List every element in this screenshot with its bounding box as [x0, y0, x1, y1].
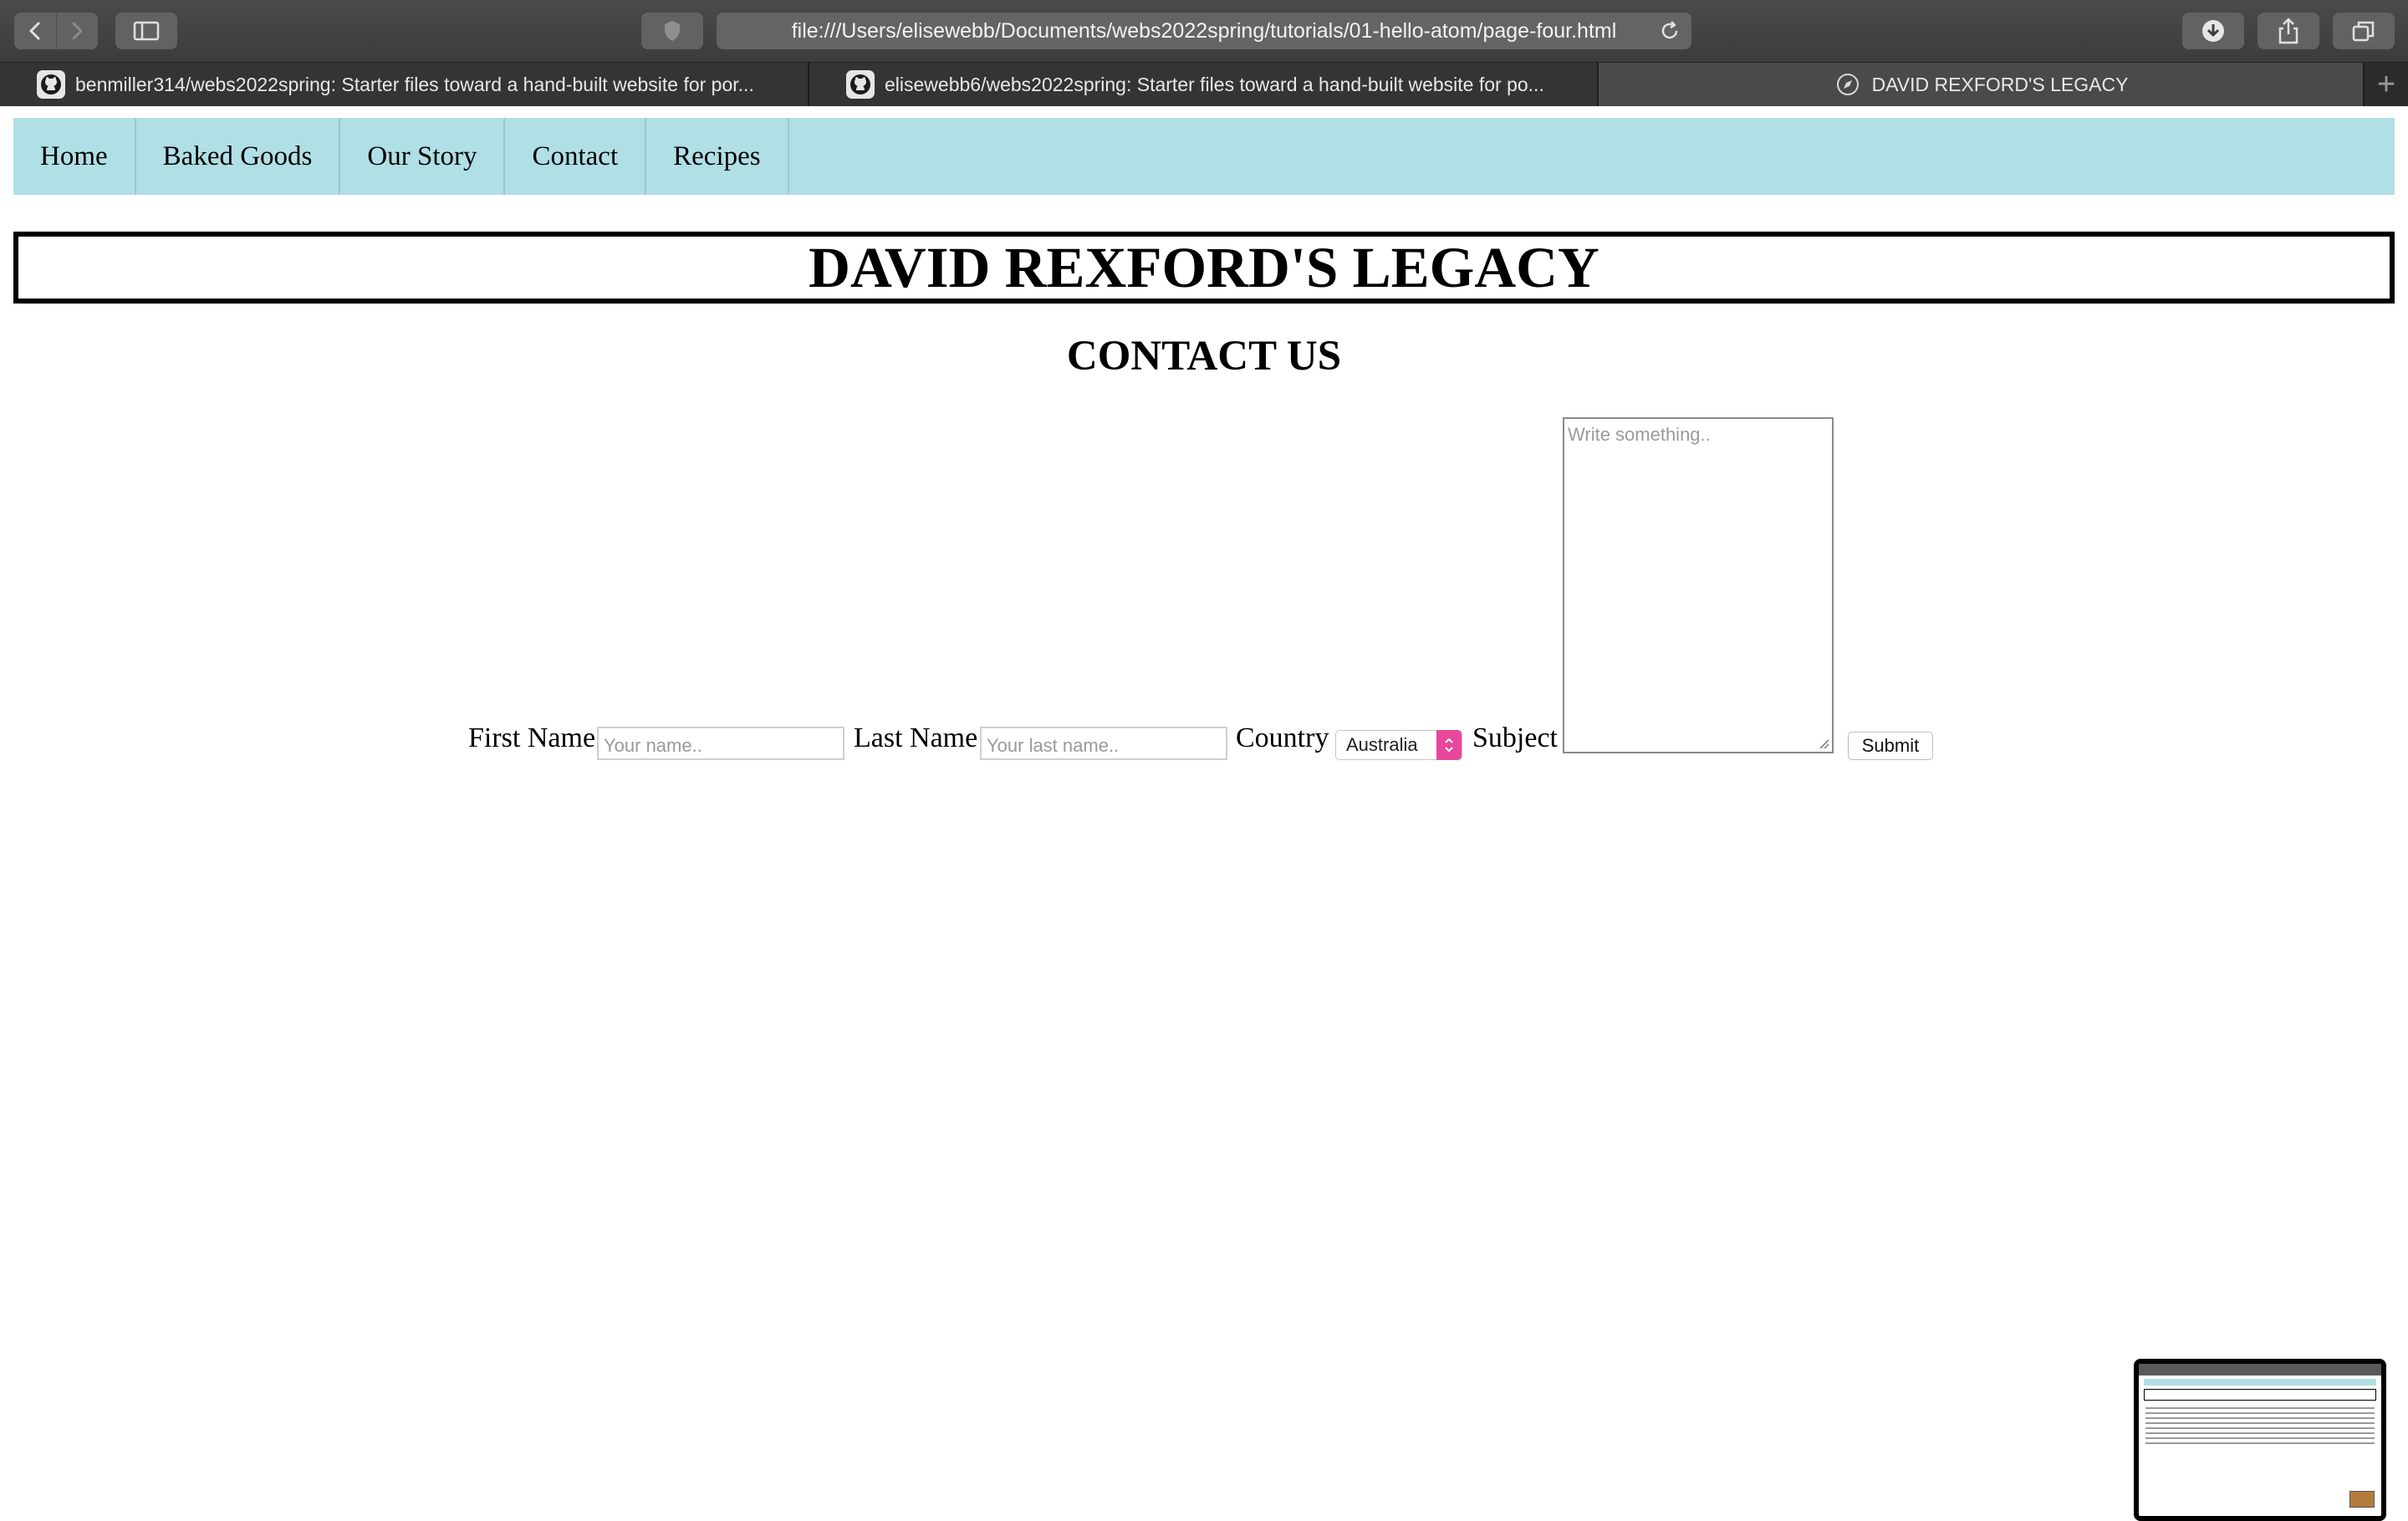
country-value: Australia	[1346, 734, 1418, 755]
country-select[interactable]: Australia	[1335, 730, 1462, 760]
subject-label: Subject	[1472, 722, 1558, 753]
share-button[interactable]	[2258, 13, 2319, 49]
downloads-button[interactable]	[2182, 13, 2244, 49]
site-banner: DAVID REXFORD'S LEGACY	[13, 232, 2395, 304]
last-name-field[interactable]: Your last name..	[980, 727, 1227, 760]
download-icon	[2202, 20, 2224, 42]
contact-heading: CONTACT US	[1066, 333, 1342, 380]
tabs-icon	[2352, 21, 2375, 42]
web-page: Home Baked Goods Our Story Contact Recip…	[0, 106, 2408, 1521]
browser-toolbar: file:///Users/elisewebb/Documents/webs20…	[0, 0, 2408, 62]
history-nav	[14, 13, 98, 49]
resize-handle-icon[interactable]	[1818, 738, 1829, 749]
reload-icon	[1661, 21, 1678, 39]
nav-baked-goods[interactable]: Baked Goods	[136, 118, 341, 195]
country-label: Country	[1236, 722, 1329, 753]
url-text: file:///Users/elisewebb/Documents/webs20…	[791, 18, 1617, 43]
select-arrows-icon	[1436, 730, 1462, 760]
tab-elisewebb[interactable]: elisewebb6/webs2022spring: Starter files…	[809, 63, 1599, 106]
submit-button[interactable]: Submit	[1848, 732, 1933, 760]
chevron-right-icon	[72, 22, 83, 40]
sidebar-toggle-button[interactable]	[115, 13, 177, 49]
github-icon	[846, 70, 875, 99]
tab-rexford-legacy[interactable]: DAVID REXFORD'S LEGACY	[1599, 63, 2365, 106]
tab-label: DAVID REXFORD'S LEGACY	[1871, 73, 2129, 95]
thumbnail-image	[2349, 1491, 2375, 1508]
back-button[interactable]	[14, 13, 56, 49]
tab-benmiller[interactable]: benmiller314/webs2022spring: Starter fil…	[0, 63, 809, 106]
nav-our-story[interactable]: Our Story	[340, 118, 506, 195]
last-name-label: Last Name	[854, 722, 978, 753]
tab-label: elisewebb6/webs2022spring: Starter files…	[885, 73, 1544, 95]
tab-overview-button[interactable]	[2333, 13, 2395, 49]
site-title: DAVID REXFORD'S LEGACY	[809, 235, 1599, 299]
nav-home[interactable]: Home	[13, 118, 136, 195]
github-icon	[37, 70, 65, 99]
chevron-left-icon	[29, 22, 40, 40]
forward-button[interactable]	[55, 13, 99, 49]
address-bar[interactable]: file:///Users/elisewebb/Documents/webs20…	[717, 13, 1691, 49]
screenshot-thumbnail[interactable]	[2134, 1359, 2386, 1521]
subject-placeholder: Write something..	[1568, 424, 1711, 445]
subject-textarea[interactable]: Write something..	[1563, 417, 1834, 753]
first-name-label: First Name	[468, 722, 596, 753]
privacy-report-button[interactable]	[641, 13, 703, 49]
sidebar-icon	[133, 21, 160, 41]
compass-icon	[1834, 70, 1862, 99]
reload-button[interactable]	[1658, 19, 1681, 43]
nav-recipes[interactable]: Recipes	[646, 118, 789, 195]
share-icon	[2278, 18, 2298, 44]
contact-form: First Name Your name.. Last Name Your la…	[0, 417, 2408, 760]
new-tab-button[interactable]: +	[2365, 63, 2408, 106]
site-nav: Home Baked Goods Our Story Contact Recip…	[13, 118, 2395, 195]
tab-bar: benmiller314/webs2022spring: Starter fil…	[0, 62, 2408, 107]
tab-label: benmiller314/webs2022spring: Starter fil…	[75, 73, 754, 95]
first-name-field[interactable]: Your name..	[597, 727, 844, 760]
shield-icon	[665, 21, 680, 41]
nav-contact[interactable]: Contact	[505, 118, 647, 195]
